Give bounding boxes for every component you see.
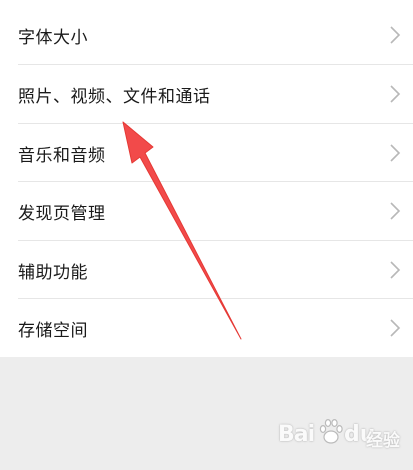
chevron-right-icon	[390, 202, 401, 220]
settings-item-music-audio[interactable]: 音乐和音频	[0, 124, 413, 182]
chevron-right-icon	[390, 319, 401, 337]
chevron-right-icon	[390, 26, 401, 44]
settings-item-discover-management[interactable]: 发现页管理	[0, 182, 413, 240]
watermark-brand-prefix: Bai	[278, 422, 315, 447]
baidu-paw-icon	[319, 418, 343, 444]
chevron-right-icon	[390, 261, 401, 279]
watermark-brand-suffix: du	[344, 422, 376, 447]
settings-item-label: 照片、视频、文件和通话	[18, 86, 211, 107]
settings-item-accessibility[interactable]: 辅助功能	[0, 241, 413, 299]
chevron-right-icon	[390, 144, 401, 162]
settings-item-label: 发现页管理	[18, 203, 106, 224]
settings-screen: 字体大小 照片、视频、文件和通话 音乐和音频 发现页管理 辅助功能 存储空间 B…	[0, 0, 413, 470]
settings-item-photos-videos-files-calls[interactable]: 照片、视频、文件和通话	[0, 65, 413, 123]
settings-item-label: 存储空间	[18, 320, 88, 341]
baidu-jingyan-watermark: Bai du 经验	[278, 412, 408, 462]
chevron-right-icon	[390, 85, 401, 103]
settings-list: 字体大小 照片、视频、文件和通话 音乐和音频 发现页管理 辅助功能 存储空间	[0, 0, 413, 357]
watermark-product: 经验	[366, 431, 400, 451]
settings-item-label: 辅助功能	[18, 262, 88, 283]
settings-item-label: 音乐和音频	[18, 145, 106, 166]
settings-item-label: 字体大小	[18, 27, 88, 48]
settings-item-font-size[interactable]: 字体大小	[0, 6, 413, 64]
settings-item-storage[interactable]: 存储空间	[0, 299, 413, 357]
